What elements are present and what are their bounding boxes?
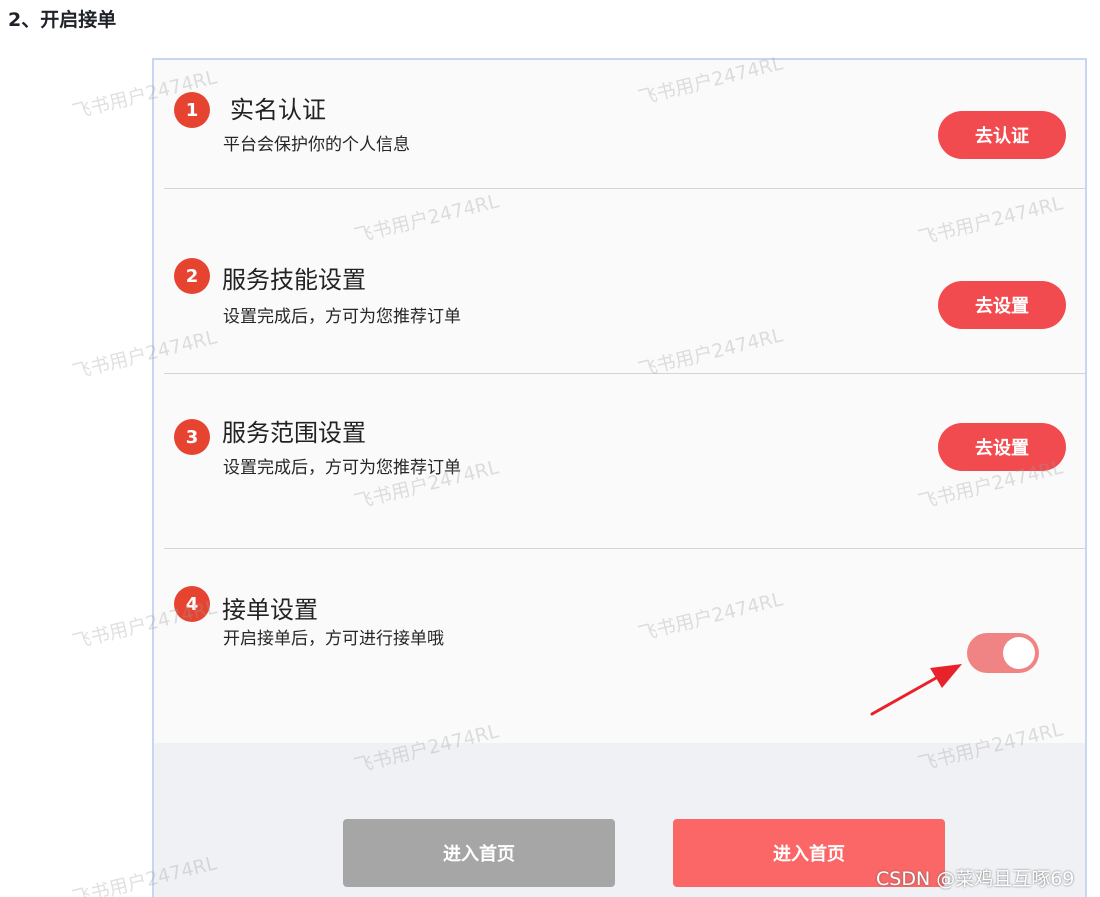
step-order-settings: 4 接单设置 开启接单后，方可进行接单哦 — [154, 60, 1085, 743]
app-screenshot-frame: 1 实名认证 平台会保护你的个人信息 去认证 2 服务技能设置 设置完成后，方可… — [152, 58, 1087, 897]
step-number-badge: 4 — [174, 586, 210, 622]
toggle-knob — [1003, 637, 1035, 669]
source-credit: CSDN @菜鸡且互啄69 — [876, 868, 1075, 890]
enter-home-button-disabled[interactable]: 进入首页 — [343, 819, 615, 887]
pointer-arrow-icon — [870, 664, 962, 716]
setup-card: 1 实名认证 平台会保护你的个人信息 去认证 2 服务技能设置 设置完成后，方可… — [154, 60, 1085, 743]
step-description: 开启接单后，方可进行接单哦 — [223, 629, 444, 649]
section-heading: 2、开启接单 — [8, 9, 117, 31]
step-title: 接单设置 — [222, 596, 318, 624]
accept-orders-toggle[interactable] — [967, 633, 1039, 673]
